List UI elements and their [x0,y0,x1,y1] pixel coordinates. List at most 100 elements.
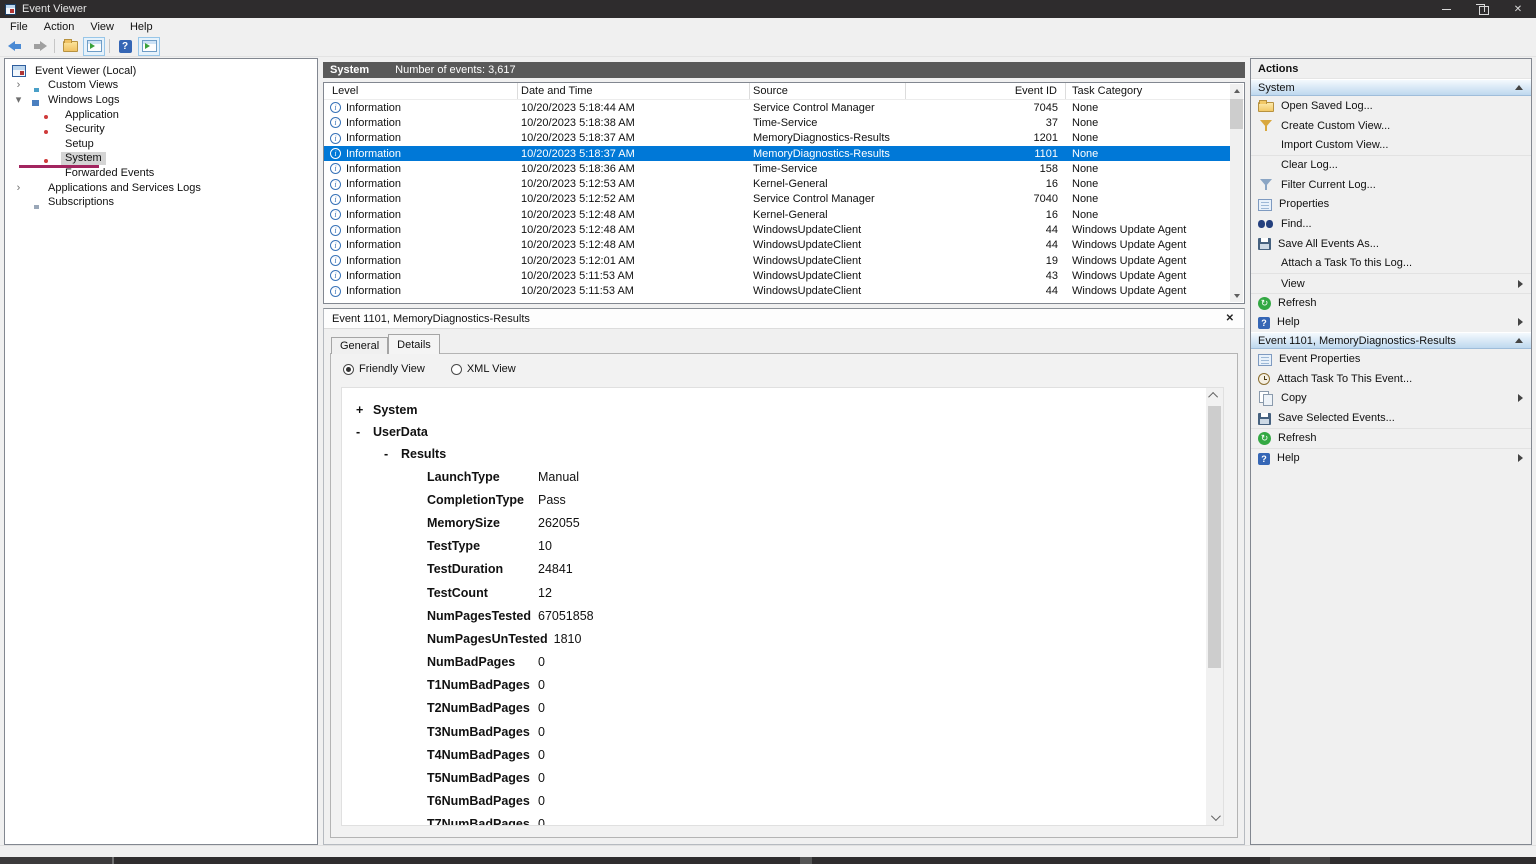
column-header-task[interactable]: Task Category [1066,83,1230,99]
friendly-view-option[interactable]: Friendly View [343,363,425,375]
detail-node[interactable]: - UserData [342,421,1206,443]
view-options: Friendly View XML View [331,354,1237,375]
action-item[interactable]: Copy [1251,389,1531,409]
event-row[interactable]: Information 10/20/2023 5:12:53 AM Kernel… [324,176,1230,191]
expander-icon[interactable]: › [12,183,25,194]
action-item[interactable]: Refresh [1251,428,1531,448]
action-item[interactable]: Save All Events As... [1251,234,1531,254]
toolbar-button[interactable] [138,37,160,56]
action-item[interactable]: Clear Log... [1251,155,1531,175]
event-id: 44 [906,239,1066,251]
column-header-level[interactable]: Level [324,83,518,99]
event-row[interactable]: Information 10/20/2023 5:11:53 AM Window… [324,268,1230,283]
event-row[interactable]: Information 10/20/2023 5:12:48 AM Kernel… [324,207,1230,222]
tab-general[interactable]: General [331,337,388,354]
column-header-eventid[interactable]: Event ID [906,83,1066,99]
action-item[interactable]: Save Selected Events... [1251,408,1531,428]
menu-item[interactable]: File [2,18,36,36]
event-row[interactable]: Information 10/20/2023 5:18:37 AM Memory… [324,131,1230,146]
radio-icon[interactable] [451,364,462,375]
collapse-icon[interactable] [1515,85,1523,90]
scroll-up-icon[interactable] [1230,84,1243,97]
detail-node[interactable]: + System [342,399,1206,421]
event-row[interactable]: Information 10/20/2023 5:12:52 AM Servic… [324,192,1230,207]
action-item[interactable]: Attach a Task To this Log... [1251,254,1531,274]
event-level-cell: Information [324,209,518,221]
event-row[interactable]: Information 10/20/2023 5:12:01 AM Window… [324,253,1230,268]
toolbar-button[interactable] [114,37,136,56]
help-icon [1258,317,1270,329]
action-item[interactable]: Event Properties [1251,349,1531,369]
event-row[interactable]: Information 10/20/2023 5:18:37 AM Memory… [324,146,1230,161]
event-level-cell: Information [324,132,518,144]
details-scrollbar[interactable] [1206,388,1223,825]
tree-item[interactable]: Subscriptions [5,195,317,210]
toolbar-button[interactable] [59,37,81,56]
action-label: Attach a Task To this Log... [1281,257,1412,269]
menu-item[interactable]: View [82,18,122,36]
action-item[interactable]: Refresh [1251,293,1531,313]
toolbar-button[interactable] [83,37,105,56]
tree-item[interactable]: System [5,152,317,167]
expand-toggle-icon[interactable]: + [356,403,373,417]
action-item[interactable]: Import Custom View... [1251,135,1531,155]
event-actions: Event Properties Attach Task To This Eve… [1251,349,1531,467]
event-row[interactable]: Information 10/20/2023 5:12:48 AM Window… [324,238,1230,253]
event-viewer-icon [12,65,26,77]
action-item[interactable]: Help [1251,448,1531,468]
action-item[interactable]: Help [1251,313,1531,333]
detail-node-label: System [373,403,417,417]
submenu-arrow-icon [1518,318,1523,326]
action-item[interactable]: Create Custom View... [1251,116,1531,136]
event-level: Information [346,255,401,267]
tree-item[interactable]: › Custom Views [5,79,317,94]
expander-icon[interactable]: › [12,80,25,91]
tree-item[interactable]: Application [5,108,317,123]
action-item[interactable]: Attach Task To This Event... [1251,369,1531,389]
xml-view-option[interactable]: XML View [451,363,516,375]
event-level: Information [346,193,401,205]
event-row[interactable]: Information 10/20/2023 5:18:38 AM Time-S… [324,115,1230,130]
event-row[interactable]: Information 10/20/2023 5:18:36 AM Time-S… [324,161,1230,176]
scrollbar-thumb[interactable] [1230,99,1243,129]
event-row[interactable]: Information 10/20/2023 5:11:53 AM Window… [324,284,1230,299]
scroll-up-icon[interactable] [1206,388,1223,403]
tree-item[interactable]: › Applications and Services Logs [5,181,317,196]
radio-icon[interactable] [343,364,354,375]
expander-icon[interactable]: ▾ [12,95,25,106]
action-item[interactable]: Find... [1251,214,1531,234]
toolbar-button[interactable] [4,37,26,56]
action-item[interactable]: View [1251,273,1531,293]
column-header-source[interactable]: Source [750,83,906,99]
tree-item[interactable]: Setup [5,137,317,152]
tree-item[interactable]: Security [5,122,317,137]
expand-toggle-icon[interactable]: - [356,425,373,439]
action-item[interactable]: Open Saved Log... [1251,96,1531,116]
event-row[interactable]: Information 10/20/2023 5:12:48 AM Window… [324,222,1230,237]
close-icon[interactable]: ✕ [1226,313,1234,324]
event-datetime: 10/20/2023 5:18:36 AM [518,163,750,175]
tree-item[interactable]: Event Viewer (Local) [5,64,317,79]
menu-item[interactable]: Action [36,18,83,36]
collapse-icon[interactable] [1515,338,1523,343]
tab-details[interactable]: Details [388,334,440,354]
action-item[interactable]: Properties [1251,194,1531,214]
toolbar-button[interactable] [28,37,50,56]
scroll-down-icon[interactable] [1230,289,1243,302]
scrollbar-thumb[interactable] [1208,406,1221,668]
action-item[interactable]: Filter Current Log... [1251,175,1531,195]
actions-section-event[interactable]: Event 1101, MemoryDiagnostics-Results [1251,332,1531,349]
detail-node[interactable]: - Results [342,443,1206,465]
restore-button[interactable] [1464,0,1500,18]
minimize-button[interactable] [1428,0,1464,18]
event-list-scrollbar[interactable] [1230,84,1243,302]
event-row[interactable]: Information 10/20/2023 5:18:44 AM Servic… [324,100,1230,115]
tree-item[interactable]: ▾ Windows Logs [5,93,317,108]
expand-toggle-icon[interactable]: - [384,447,401,461]
actions-section-system[interactable]: System [1251,79,1531,96]
menu-item[interactable]: Help [122,18,161,36]
column-header-date[interactable]: Date and Time [518,83,750,99]
close-button[interactable]: ✕ [1500,0,1536,18]
tree-item[interactable]: Forwarded Events [5,166,317,181]
scroll-down-icon[interactable] [1206,810,1223,825]
